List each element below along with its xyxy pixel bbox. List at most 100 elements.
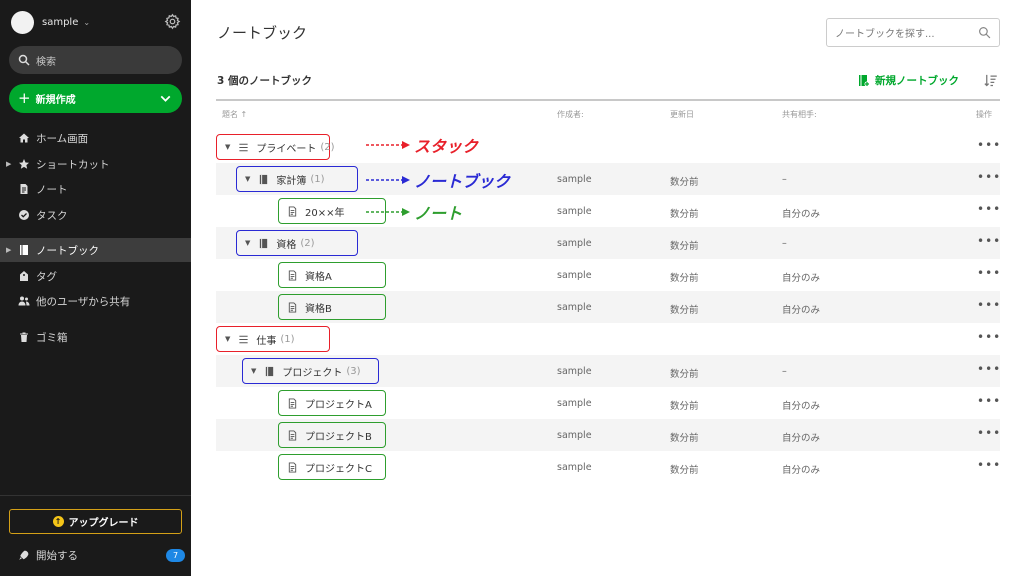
- more-actions-icon[interactable]: •••: [977, 298, 1001, 312]
- sidebar-item-trash[interactable]: ゴミ箱: [0, 325, 191, 349]
- tag-icon: [18, 270, 30, 282]
- table-row[interactable]: プロジェクトA sample 数分前 自分のみ •••: [216, 387, 1000, 419]
- annotation-stack: スタック: [366, 133, 478, 157]
- item-name: 資格A: [305, 271, 332, 283]
- stack-item[interactable]: ▼ 仕事 (1): [216, 326, 330, 352]
- sort-icon[interactable]: [983, 73, 998, 88]
- item-name: 資格: [276, 239, 297, 251]
- more-actions-icon[interactable]: •••: [977, 234, 1001, 248]
- sidebar-item-tasks[interactable]: タスク: [0, 203, 191, 227]
- table-row[interactable]: ▼ プロジェクト (3) sample 数分前 – •••: [216, 355, 1000, 387]
- sidebar-item-label: ノート: [36, 183, 68, 196]
- table-row[interactable]: ▼ 家計簿 (1) sample 数分前 – •••: [216, 163, 1000, 195]
- sidebar-item-shortcuts[interactable]: ▶ ショートカット: [0, 152, 191, 176]
- notebook-icon: [264, 366, 275, 377]
- cell-shared: 自分のみ: [782, 209, 821, 220]
- note-item[interactable]: 資格B: [278, 294, 386, 320]
- notebook-item[interactable]: ▼ 家計簿 (1): [236, 166, 358, 192]
- expand-caret-icon[interactable]: ▼: [225, 335, 230, 343]
- table-row[interactable]: ▼ 仕事 (1) •••: [216, 323, 1000, 355]
- sidebar-item-label: タスク: [36, 209, 68, 222]
- more-actions-icon[interactable]: •••: [977, 426, 1001, 440]
- note-icon: [287, 397, 298, 409]
- upgrade-button[interactable]: ↑ アップグレード: [9, 509, 182, 534]
- item-name: プロジェクトB: [305, 431, 372, 443]
- search-icon: [18, 54, 30, 66]
- more-actions-icon[interactable]: •••: [977, 202, 1001, 216]
- sidebar-item-label: 他のユーザから共有: [36, 295, 131, 308]
- note-item[interactable]: プロジェクトB: [278, 422, 386, 448]
- item-name: プロジェクト: [282, 367, 343, 379]
- caret-right-icon[interactable]: ▶: [6, 160, 11, 168]
- annotation-note: ノート: [366, 200, 462, 224]
- search-icon[interactable]: [978, 26, 991, 39]
- cell-author: sample: [557, 462, 592, 473]
- upgrade-label: アップグレード: [68, 518, 139, 529]
- star-icon: [18, 158, 30, 170]
- notebook-item[interactable]: ▼ プロジェクト (3): [242, 358, 379, 384]
- note-icon: [287, 205, 298, 217]
- notebook-search-input[interactable]: ノートブックを探す...: [826, 18, 1000, 47]
- cell-shared: 自分のみ: [782, 465, 821, 476]
- sidebar: sample ⌄ 検索 + 新規作成 ホーム画面 ▶ ショートカット ノート タ…: [0, 0, 191, 576]
- new-notebook-button[interactable]: 新規ノートブック: [858, 73, 959, 88]
- get-started-label: 開始する: [36, 550, 78, 562]
- get-started-badge: 7: [166, 549, 185, 562]
- expand-caret-icon[interactable]: ▼: [225, 143, 230, 151]
- table-row[interactable]: 資格B sample 数分前 自分のみ •••: [216, 291, 1000, 323]
- new-button[interactable]: + 新規作成: [9, 84, 182, 113]
- column-header-title[interactable]: 題名 ↑: [222, 109, 247, 120]
- sidebar-item-shared[interactable]: 他のユーザから共有: [0, 289, 191, 313]
- chevron-down-icon[interactable]: [157, 90, 174, 107]
- sidebar-item-home[interactable]: ホーム画面: [0, 126, 191, 150]
- page-title: ノートブック: [217, 24, 308, 42]
- table-row[interactable]: プロジェクトB sample 数分前 自分のみ •••: [216, 419, 1000, 451]
- trash-icon: [18, 331, 30, 343]
- notebook-icon: [258, 238, 269, 249]
- expand-caret-icon[interactable]: ▼: [245, 175, 250, 183]
- item-name: プロジェクトC: [305, 463, 372, 475]
- sidebar-item-notebooks[interactable]: ▶ ノートブック: [0, 238, 191, 262]
- note-icon: [287, 301, 298, 313]
- gear-icon[interactable]: [164, 13, 181, 30]
- table-row[interactable]: プロジェクトC sample 数分前 自分のみ •••: [216, 451, 1000, 483]
- table-row[interactable]: 20××年 sample 数分前 自分のみ •••: [216, 195, 1000, 227]
- more-actions-icon[interactable]: •••: [977, 394, 1001, 408]
- more-actions-icon[interactable]: •••: [977, 266, 1001, 280]
- account-switcher[interactable]: sample ⌄: [11, 11, 90, 34]
- more-actions-icon[interactable]: •••: [977, 138, 1001, 152]
- sidebar-item-label: タグ: [36, 270, 57, 283]
- sidebar-item-tags[interactable]: タグ: [0, 264, 191, 288]
- column-header-updated[interactable]: 更新日: [670, 109, 694, 120]
- table-row[interactable]: ▼ 資格 (2) sample 数分前 – •••: [216, 227, 1000, 259]
- annotation-notebook-label: ノートブック: [414, 172, 511, 191]
- item-count: (3): [346, 365, 361, 377]
- note-item[interactable]: プロジェクトA: [278, 390, 386, 416]
- column-header-author[interactable]: 作成者:: [557, 109, 584, 120]
- note-item[interactable]: 資格A: [278, 262, 386, 288]
- more-actions-icon[interactable]: •••: [977, 362, 1001, 376]
- more-actions-icon[interactable]: •••: [977, 458, 1001, 472]
- stack-icon: [238, 334, 249, 345]
- column-header-shared[interactable]: 共有相手:: [782, 109, 817, 120]
- notebook-item[interactable]: ▼ 資格 (2): [236, 230, 358, 256]
- table-row[interactable]: 資格A sample 数分前 自分のみ •••: [216, 259, 1000, 291]
- home-icon: [18, 132, 30, 144]
- note-item[interactable]: プロジェクトC: [278, 454, 386, 480]
- stack-item[interactable]: ▼ プライベート (2): [216, 134, 335, 160]
- item-count: (1): [280, 333, 295, 345]
- get-started-item[interactable]: 開始する 7: [17, 548, 185, 563]
- annotation-stack-label: スタック: [414, 137, 479, 156]
- sidebar-search[interactable]: 検索: [9, 46, 182, 74]
- sidebar-item-notes[interactable]: ノート: [0, 177, 191, 201]
- cell-updated: 数分前: [670, 241, 699, 252]
- people-icon: [18, 295, 30, 307]
- caret-right-icon[interactable]: ▶: [6, 246, 11, 254]
- expand-caret-icon[interactable]: ▼: [245, 239, 250, 247]
- new-button-label: 新規作成: [35, 95, 76, 106]
- new-notebook-icon: [859, 75, 870, 87]
- more-actions-icon[interactable]: •••: [977, 170, 1001, 184]
- table-row[interactable]: ▼ プライベート (2) •••: [216, 131, 1000, 163]
- expand-caret-icon[interactable]: ▼: [251, 367, 256, 375]
- more-actions-icon[interactable]: •••: [977, 330, 1001, 344]
